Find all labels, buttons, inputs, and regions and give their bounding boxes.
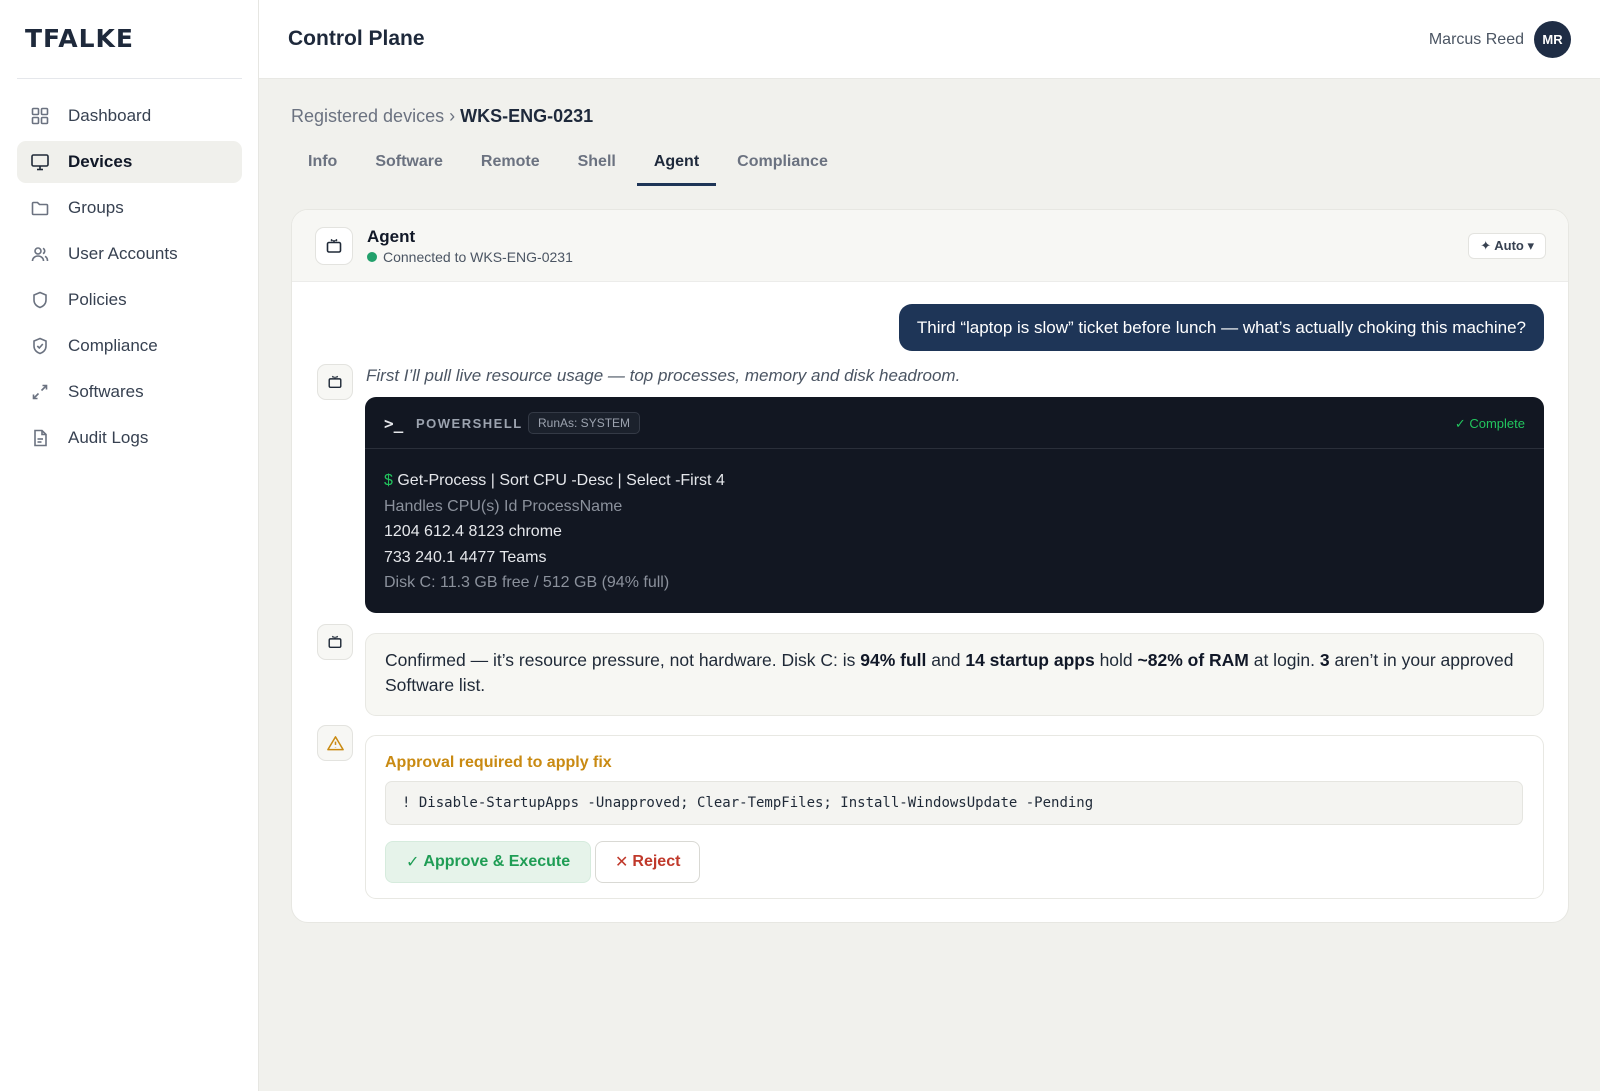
reject-button[interactable]: ✕ Reject — [595, 841, 701, 883]
response-text: hold — [1094, 650, 1138, 670]
approval-title: Approval required to apply fix — [385, 754, 612, 771]
response-highlight: 3 — [1319, 650, 1330, 670]
terminal-status: ✓ Complete — [1454, 416, 1525, 431]
breadcrumb-separator: › — [449, 106, 456, 126]
response-highlight: ~82% of RAM — [1137, 650, 1249, 670]
terminal-prompt: $ — [384, 472, 393, 489]
powershell-output-block: >_ POWERSHELL RunAs: SYSTEM ✓ Complete $… — [365, 397, 1544, 613]
sidebar-item-softwares[interactable]: Softwares — [17, 371, 242, 413]
sidebar-item-label: Audit Logs — [68, 428, 149, 447]
agent-title: Agent — [367, 227, 416, 246]
users-icon — [30, 244, 50, 264]
device-tabs: Info Software Remote Shell Agent Complia… — [291, 147, 849, 186]
brand-logo[interactable]: TFALKE — [25, 24, 134, 53]
agent-mode-dropdown[interactable]: ✦ Auto ▾ — [1468, 233, 1546, 259]
terminal-output-line: 1204 612.4 8123 chrome — [384, 523, 562, 540]
sidebar-item-user-accounts[interactable]: User Accounts — [17, 233, 242, 275]
tab-agent[interactable]: Agent — [636, 147, 717, 186]
robot-icon — [317, 364, 353, 400]
reject-label: Reject — [632, 853, 681, 870]
sidebar-nav: Dashboard Devices Groups User Accounts P… — [17, 95, 242, 463]
sidebar-divider — [17, 78, 242, 79]
agent-status-text: Connected to WKS-ENG-0231 — [383, 249, 573, 265]
topbar: Control Plane Marcus Reed MR — [259, 0, 1600, 79]
tab-info[interactable]: Info — [291, 147, 354, 186]
breadcrumb-current: WKS-ENG-0231 — [460, 106, 594, 126]
agent-header: Agent Connected to WKS-ENG-0231 ✦ Auto ▾ — [292, 210, 1568, 282]
shield-check-icon — [30, 336, 50, 356]
sidebar-item-label: Softwares — [68, 382, 144, 401]
response-highlight: 94% full — [860, 650, 927, 670]
breadcrumb-parent-link[interactable]: Registered devices — [291, 106, 444, 126]
tab-remote[interactable]: Remote — [464, 147, 557, 186]
terminal-command-line: $ Get-Process | Sort CPU -Desc | Select … — [384, 468, 1525, 494]
sidebar-item-label: Policies — [68, 290, 127, 309]
agent-panel: Agent Connected to WKS-ENG-0231 ✦ Auto ▾… — [291, 209, 1569, 923]
folder-icon — [30, 198, 50, 218]
sidebar-item-groups[interactable]: Groups — [17, 187, 242, 229]
sidebar-item-audit-logs[interactable]: Audit Logs — [17, 417, 242, 459]
agent-connection-status: Connected to WKS-ENG-0231 — [367, 249, 573, 265]
sidebar-item-label: Compliance — [68, 336, 158, 355]
approve-label: Approve & Execute — [423, 853, 571, 870]
sidebar-item-label: Groups — [68, 198, 124, 217]
runas-badge: RunAs: SYSTEM — [528, 412, 641, 434]
robot-icon — [315, 227, 353, 265]
terminal-body: $ Get-Process | Sort CPU -Desc | Select … — [365, 449, 1544, 596]
sidebar-item-label: User Accounts — [68, 244, 178, 263]
response-text: Confirmed — it’s resource pressure, not … — [385, 650, 861, 670]
robot-icon — [317, 624, 353, 660]
tab-compliance[interactable]: Compliance — [720, 147, 845, 186]
approve-execute-button[interactable]: ✓ Approve & Execute — [385, 841, 592, 883]
sidebar-item-label: Dashboard — [68, 106, 152, 125]
terminal-output-line: Handles CPU(s) Id ProcessName — [384, 497, 623, 515]
approval-command: ! Disable-StartupApps -Unapproved; Clear… — [385, 781, 1523, 825]
avatar[interactable]: MR — [1534, 21, 1571, 58]
terminal-header: >_ POWERSHELL RunAs: SYSTEM ✓ Complete — [365, 397, 1544, 449]
breadcrumb: Registered devices › WKS-ENG-0231 — [291, 106, 593, 127]
agent-thinking-text: First I’ll pull live resource usage — to… — [366, 366, 961, 385]
expand-arrows-icon — [30, 382, 50, 402]
document-icon — [30, 428, 50, 448]
tab-software[interactable]: Software — [358, 147, 460, 186]
user-name[interactable]: Marcus Reed — [1429, 31, 1524, 49]
sidebar-item-label: Devices — [68, 152, 133, 171]
response-text: and — [926, 650, 966, 670]
tab-shell[interactable]: Shell — [561, 147, 633, 186]
sidebar-item-compliance[interactable]: Compliance — [17, 325, 242, 367]
sidebar-item-dashboard[interactable]: Dashboard — [17, 95, 242, 137]
user-message: Third “laptop is slow” ticket before lun… — [898, 304, 1544, 351]
sidebar: TFALKE Dashboard Devices Groups User Acc… — [0, 0, 259, 1091]
shield-icon — [30, 290, 50, 310]
sidebar-item-policies[interactable]: Policies — [17, 279, 242, 321]
approval-card: Approval required to apply fix ! Disable… — [365, 735, 1544, 899]
check-icon: ✓ — [406, 854, 420, 871]
terminal-output-line: 733 240.1 4477 Teams — [384, 548, 547, 566]
agent-response: Confirmed — it’s resource pressure, not … — [365, 633, 1544, 716]
response-highlight: 14 startup apps — [965, 650, 1095, 670]
sidebar-item-devices[interactable]: Devices — [17, 141, 242, 183]
warning-icon — [317, 725, 353, 761]
close-icon: ✕ — [615, 854, 629, 871]
terminal-icon: >_ — [384, 414, 404, 433]
terminal-command: Get-Process | Sort CPU -Desc | Select -F… — [392, 472, 725, 489]
terminal-output-line: Disk C: 11.3 GB free / 512 GB (94% full) — [384, 574, 670, 591]
page-title: Control Plane — [288, 27, 425, 50]
status-dot-icon — [367, 252, 377, 262]
terminal-label: POWERSHELL — [416, 416, 523, 431]
grid-icon — [30, 106, 50, 126]
monitor-icon — [30, 152, 50, 172]
response-text: at login. — [1248, 650, 1320, 670]
